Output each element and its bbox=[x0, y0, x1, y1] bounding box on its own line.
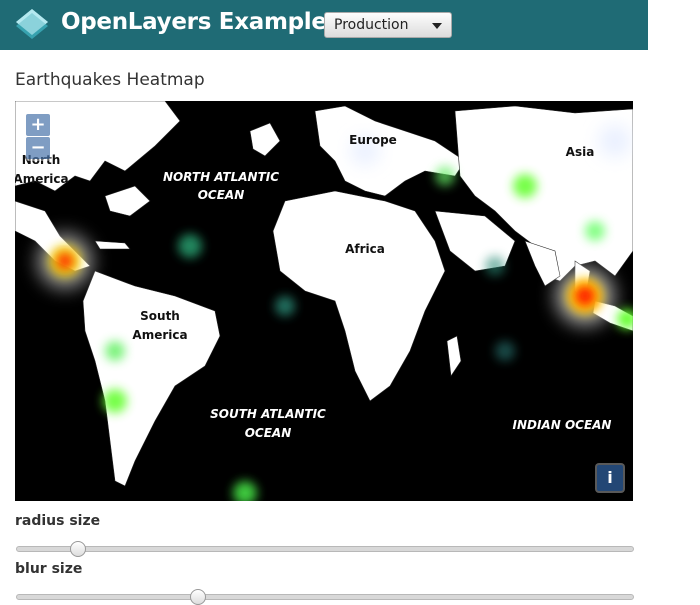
zoom-in-button[interactable]: + bbox=[26, 114, 50, 136]
label-north-america-2: America bbox=[15, 172, 69, 186]
zoom-control: + − bbox=[25, 112, 51, 161]
attribution-button[interactable]: i bbox=[595, 463, 625, 493]
radius-slider-thumb[interactable] bbox=[70, 541, 86, 557]
label-indian-ocean: INDIAN OCEAN bbox=[513, 418, 612, 432]
blur-slider-track[interactable] bbox=[16, 594, 634, 600]
brand-title[interactable]: OpenLayers Examples bbox=[61, 9, 340, 35]
blur-slider-thumb[interactable] bbox=[190, 589, 206, 605]
radius-slider-track[interactable] bbox=[16, 546, 634, 552]
label-south-america-1: South bbox=[140, 309, 180, 323]
page-title: Earthquakes Heatmap bbox=[15, 70, 205, 90]
label-south-atlantic-2: OCEAN bbox=[245, 426, 292, 440]
version-select[interactable]: Production bbox=[324, 12, 452, 38]
label-south-america-2: America bbox=[132, 328, 187, 342]
chevron-down-icon bbox=[432, 23, 442, 29]
map-canvas[interactable]: North America Europe Africa Asia South A… bbox=[15, 101, 633, 501]
blur-size-label: blur size bbox=[15, 561, 83, 577]
label-north-atlantic-1: NORTH ATLANTIC bbox=[163, 170, 279, 184]
zoom-out-button[interactable]: − bbox=[26, 137, 50, 159]
label-asia: Asia bbox=[566, 145, 595, 159]
label-europe: Europe bbox=[349, 133, 397, 147]
radius-size-label: radius size bbox=[15, 513, 101, 529]
header-bar: OpenLayers Examples Production bbox=[0, 0, 648, 50]
openlayers-logo-icon[interactable] bbox=[14, 7, 50, 41]
info-icon: i bbox=[597, 465, 623, 491]
heatmap-map[interactable]: North America Europe Africa Asia South A… bbox=[15, 101, 633, 501]
label-north-atlantic-2: OCEAN bbox=[198, 188, 245, 202]
label-south-atlantic-1: SOUTH ATLANTIC bbox=[210, 407, 326, 421]
version-select-label: Production bbox=[334, 17, 409, 33]
label-africa: Africa bbox=[345, 242, 385, 256]
